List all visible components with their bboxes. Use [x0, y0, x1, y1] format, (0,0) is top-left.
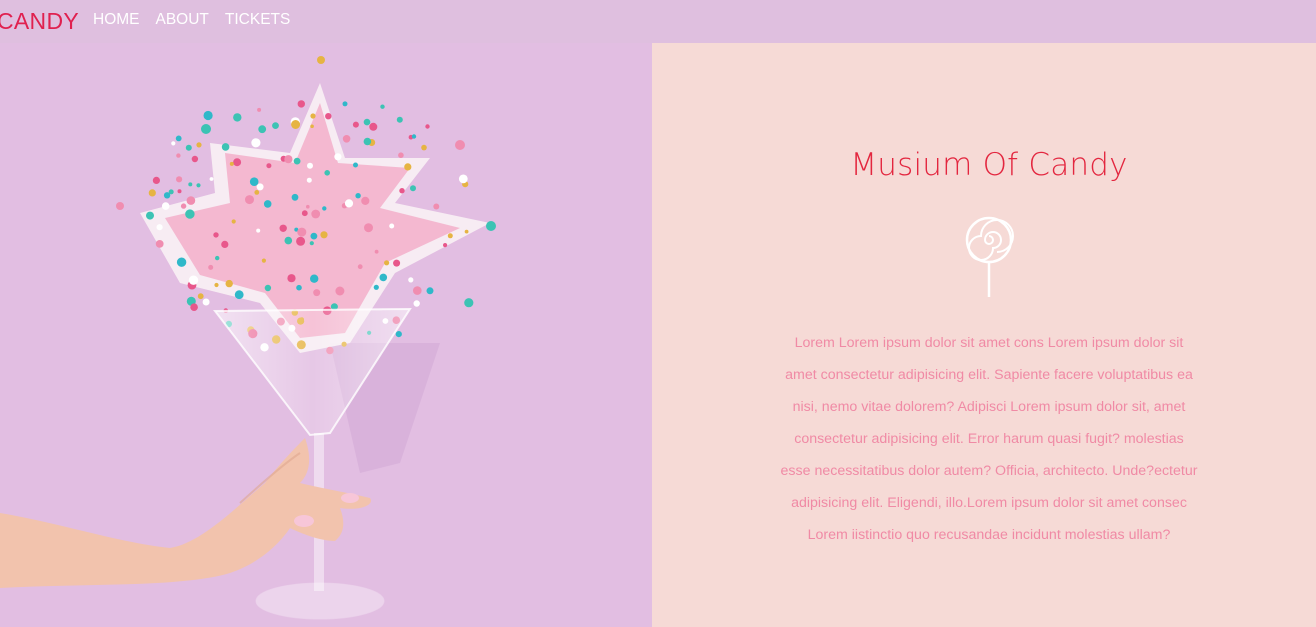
brand-logo[interactable]: CANDY — [0, 8, 79, 35]
martini-sprinkles-illustration — [0, 56, 496, 620]
nav-link-tickets[interactable]: TICKETS — [225, 11, 290, 29]
hero-image — [0, 43, 652, 627]
info-panel: Musium Of Candy Lorem Lorem ipsum dolor … — [652, 43, 1316, 627]
lollipop-icon — [964, 215, 1014, 299]
nav-link-about[interactable]: ABOUT — [156, 11, 209, 29]
nav-menu: HOME ABOUT TICKETS — [93, 11, 290, 29]
page-title: Musium Of Candy — [850, 147, 1128, 183]
description-paragraph: Lorem Lorem ipsum dolor sit amet cons Lo… — [780, 335, 1198, 543]
top-navbar: CANDY HOME ABOUT TICKETS — [0, 0, 1316, 43]
nav-link-home[interactable]: HOME — [93, 11, 140, 29]
